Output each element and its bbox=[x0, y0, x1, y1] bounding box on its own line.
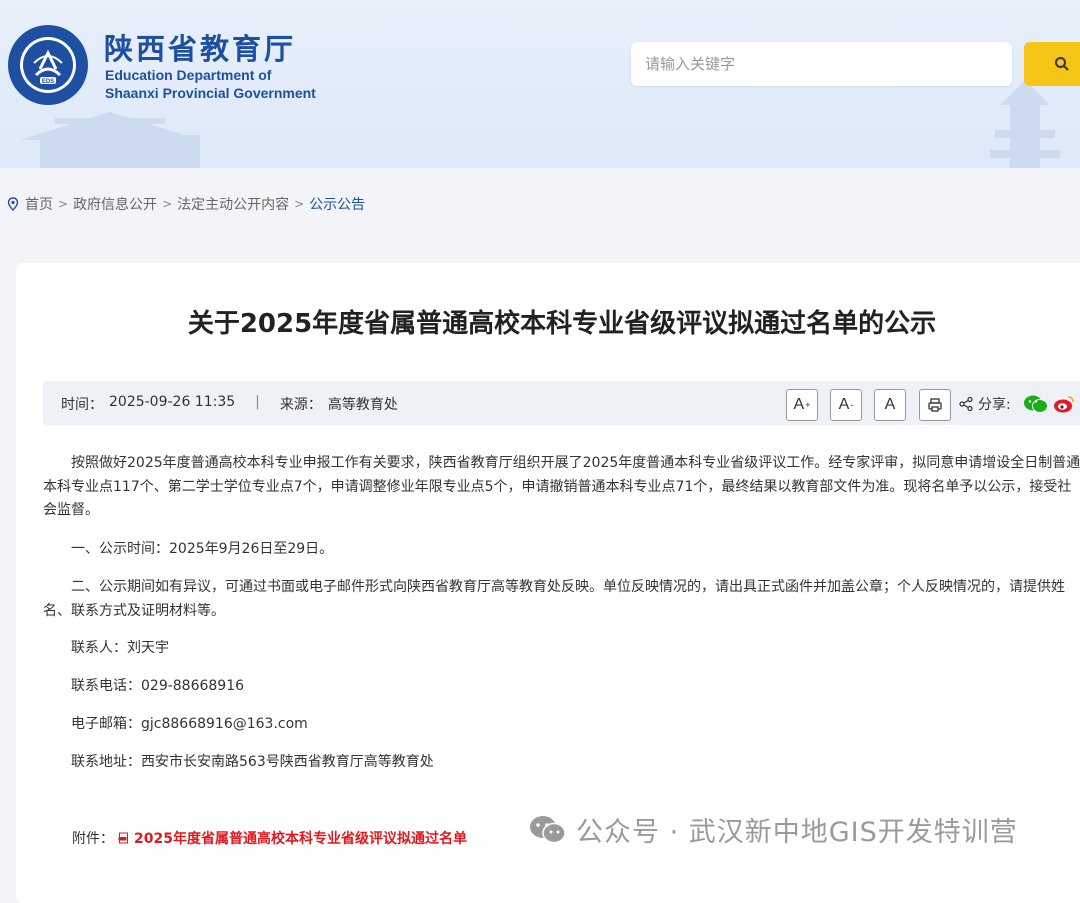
site-name-cn[interactable]: 陕西省教育厅 bbox=[104, 26, 296, 68]
article-title: 关于2025年度省属普通高校本科专业省级评议拟通过名单的公示 bbox=[187, 309, 937, 339]
paragraph-intro: 按照做好2025年度普通高校本科专业申报工作有关要求，陕西省教育厅组织开展了20… bbox=[43, 455, 1080, 518]
wechat-watermark: 公众号 · 武汉新中地GIS开发特训营 bbox=[528, 810, 1018, 849]
emblem-abbrev: EDS bbox=[42, 79, 54, 85]
paragraph-objection: 二、公示期间如有异议，可通过书面或电子邮件形式向陕西省教育厅高等教育处反映。单位… bbox=[43, 579, 1065, 619]
source-label: 来源： bbox=[279, 397, 322, 413]
search-input[interactable]: 请输入关键字 bbox=[631, 42, 1012, 86]
watermark-text: 公众号 · 武汉新中地GIS开发特训营 bbox=[576, 817, 1018, 848]
pdf-file-icon bbox=[118, 832, 128, 844]
print-icon bbox=[928, 398, 942, 412]
paragraph-period: 一、公示时间：2025年9月26日至29日。 bbox=[71, 541, 334, 557]
print-button[interactable] bbox=[919, 389, 951, 421]
minus-icon: - bbox=[850, 400, 854, 410]
site-header: EDS 陕西省教育厅 Education Department of Shaan… bbox=[0, 0, 1080, 168]
breadcrumb-separator: > bbox=[162, 197, 173, 211]
time-value: 2025-09-26 11:35 bbox=[109, 394, 236, 410]
breadcrumb-gov-info[interactable]: 政府信息公开 bbox=[73, 194, 157, 214]
breadcrumb-statutory[interactable]: 法定主动公开内容 bbox=[177, 194, 289, 214]
search-icon bbox=[1055, 57, 1069, 71]
font-larger-button[interactable]: A + bbox=[786, 389, 818, 421]
weibo-icon[interactable] bbox=[1053, 394, 1075, 414]
contact-address: 联系地址：西安市长安南路563号陕西省教育厅高等教育处 bbox=[71, 754, 434, 770]
site-name-en[interactable]: Education Department of Shaanxi Provinci… bbox=[105, 66, 316, 102]
time-label: 时间： bbox=[61, 397, 103, 413]
breadcrumb-home[interactable]: 首页 bbox=[25, 194, 53, 214]
wechat-watermark-icon bbox=[530, 815, 566, 843]
wechat-icon[interactable] bbox=[1023, 394, 1049, 414]
breadcrumb-separator: > bbox=[58, 197, 69, 211]
font-default-button[interactable]: A bbox=[874, 389, 906, 421]
site-name-en-line1: Education Department of bbox=[105, 67, 272, 83]
breadcrumb: 首页 > 政府信息公开 > 法定主动公开内容 > 公示公告 bbox=[6, 194, 365, 214]
share-label: 分享: bbox=[978, 397, 1011, 413]
attachment: 附件： 2025年度省属普通高校本科专业省级评议拟通过名单 bbox=[72, 828, 467, 848]
breadcrumb-separator: > bbox=[294, 197, 305, 211]
emblem-logo: EDS bbox=[8, 25, 88, 105]
breadcrumb-current[interactable]: 公示公告 bbox=[309, 194, 365, 214]
location-pin-icon bbox=[7, 197, 19, 211]
contact-email: 电子邮箱：gjc88668916@163.com bbox=[71, 716, 308, 732]
font-default-label: A bbox=[884, 396, 896, 413]
site-name-en-line2: Shaanxi Provincial Government bbox=[105, 85, 316, 101]
article-meta: 时间： 2025-09-26 11:35 | 来源： 高等教育处 bbox=[61, 394, 398, 414]
source-value: 高等教育处 bbox=[327, 397, 398, 413]
plus-icon: + bbox=[805, 400, 811, 410]
font-smaller-label: A bbox=[838, 396, 850, 413]
share-bar: 分享: bbox=[958, 394, 1075, 414]
attachment-label: 附件： bbox=[72, 831, 114, 847]
contact-phone: 联系电话：029-88668916 bbox=[71, 678, 245, 694]
contact-person: 联系人：刘天宇 bbox=[71, 640, 169, 656]
font-larger-label: A bbox=[793, 396, 805, 413]
font-smaller-button[interactable]: A- bbox=[830, 389, 862, 421]
search-button[interactable] bbox=[1024, 42, 1080, 86]
meta-divider: | bbox=[255, 394, 260, 410]
share-icon bbox=[959, 396, 973, 412]
attachment-link[interactable]: 2025年度省属普通高校本科专业省级评议拟通过名单 bbox=[134, 828, 467, 848]
